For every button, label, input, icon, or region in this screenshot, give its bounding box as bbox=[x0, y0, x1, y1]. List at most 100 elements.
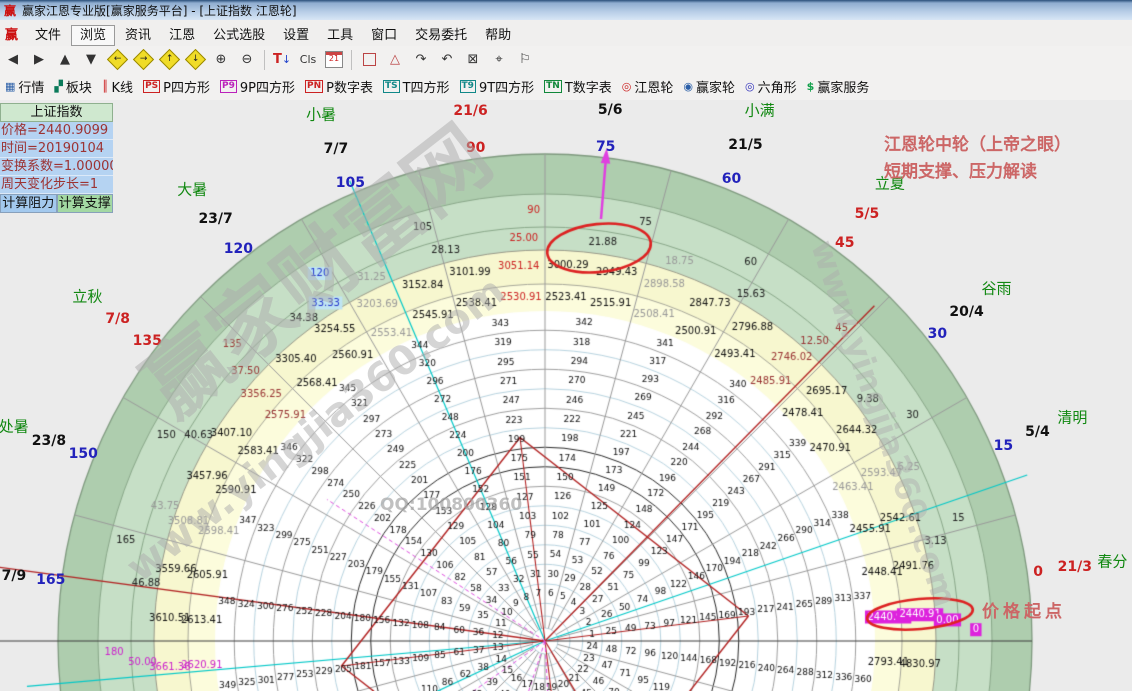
main-toolbar: ◀ ▶ ▲ ▼ ← → ↑ ↓ ⊕ ⊖ T ↓ Cls 21 △ ↷ ↶ ⊠ ⌖ ⚐ bbox=[0, 46, 1132, 74]
date-label-7/7: 7/7 bbox=[323, 140, 349, 157]
nav-right-icon[interactable]: ▶ bbox=[27, 49, 51, 71]
板块-icon: ▞ bbox=[54, 80, 63, 93]
nav-left-icon[interactable]: ◀ bbox=[1, 49, 25, 71]
gann-wheel-canvas[interactable] bbox=[0, 100, 1132, 691]
module-button-板块[interactable]: ▞ 板块 bbox=[54, 77, 91, 96]
T四方形-icon: TS bbox=[382, 80, 400, 93]
module-label: P四方形 bbox=[163, 81, 210, 96]
center-icon[interactable]: ⌖ bbox=[487, 49, 511, 71]
行情-icon: ▦ bbox=[5, 80, 16, 93]
app-window: 赢 赢家江恩专业版[赢家服务平台] - [上证指数 江恩轮] 赢 文件 浏览 资讯江… bbox=[0, 0, 1132, 691]
title-bar: 赢 赢家江恩专业版[赢家服务平台] - [上证指数 江恩轮] bbox=[0, 0, 1132, 20]
diamond-left-icon[interactable]: ← bbox=[105, 48, 129, 71]
menu-item-资讯[interactable]: 资讯 bbox=[117, 26, 159, 45]
module-button-赢家服务[interactable]: $ 赢家服务 bbox=[807, 77, 870, 96]
calc-resistance-button[interactable]: 计算阻力 bbox=[0, 194, 57, 213]
app-logo-icon: 赢 bbox=[4, 3, 17, 18]
menu-item-工具[interactable]: 工具 bbox=[319, 26, 361, 45]
nav-up-icon[interactable]: ▲ bbox=[53, 49, 77, 71]
module-label: 赢家服务 bbox=[817, 81, 870, 96]
triangle-tool-icon[interactable]: △ bbox=[383, 49, 407, 71]
date-label-5/6: 5/6 bbox=[597, 101, 623, 118]
module-button-六角形[interactable]: ◎ 六角形 bbox=[745, 77, 797, 96]
annotation-line-1: 江恩轮中轮（上帝之眼） bbox=[884, 135, 1071, 155]
module-button-9P四方形[interactable]: P9 9P四方形 bbox=[219, 77, 295, 96]
menu-item-帮助[interactable]: 帮助 bbox=[477, 26, 519, 45]
date-label-21/5: 21/5 bbox=[728, 136, 763, 153]
angle-label-90: 90 bbox=[465, 139, 486, 156]
module-toolbar: ▦ 行情 ▞ 板块 ║ K线 PS P四方形 P9 9P四方形 PN P数字表 TS T四方形 T9 9T四方… bbox=[0, 73, 1132, 101]
menu-item-设置[interactable]: 设置 bbox=[275, 26, 317, 45]
module-label: T数字表 bbox=[564, 81, 612, 96]
module-button-K线[interactable]: ║ K线 bbox=[102, 77, 133, 96]
menu-item-浏览[interactable]: 浏览 bbox=[71, 24, 116, 46]
rotate-ccw-icon[interactable]: ↶ bbox=[435, 49, 459, 71]
module-label: 行情 bbox=[18, 81, 45, 96]
module-button-江恩轮[interactable]: ◎ 江恩轮 bbox=[622, 77, 674, 96]
date-label-23/7: 23/7 bbox=[198, 211, 233, 228]
P四方形-icon: PS bbox=[143, 80, 161, 93]
t-down-icon[interactable]: T ↓ bbox=[270, 49, 294, 71]
solar-term-大暑: 大暑 bbox=[177, 180, 208, 199]
angle-label-135: 135 bbox=[132, 333, 162, 350]
solar-term-处暑: 处暑 bbox=[0, 417, 29, 436]
solar-term-清明: 清明 bbox=[1057, 408, 1088, 427]
赢家服务-icon: $ bbox=[806, 80, 815, 93]
module-button-T数字表[interactable]: TN T数字表 bbox=[544, 77, 612, 96]
nav-down-icon[interactable]: ▼ bbox=[79, 49, 103, 71]
module-button-行情[interactable]: ▦ 行情 bbox=[5, 77, 44, 96]
menu-item-公式选股[interactable]: 公式选股 bbox=[205, 26, 273, 45]
T数字表-icon: TN bbox=[544, 80, 562, 93]
module-button-T四方形[interactable]: TS T四方形 bbox=[382, 77, 450, 96]
coefficient-row: 变换系数=1.00000 bbox=[0, 158, 113, 176]
diamond-up-icon[interactable]: ↑ bbox=[157, 48, 181, 71]
9T四方形-icon: T9 bbox=[459, 80, 476, 93]
menu-item-文件[interactable]: 文件 bbox=[27, 26, 69, 45]
solar-term-小暑: 小暑 bbox=[306, 105, 337, 124]
module-button-P数字表[interactable]: PN P数字表 bbox=[304, 77, 373, 96]
menu-bar: 赢 文件 浏览 资讯 江恩 公式选股 设置 工具 窗口 交易委托 帮助 bbox=[0, 20, 1132, 47]
module-label: T四方形 bbox=[402, 81, 450, 96]
date-label-7/8: 7/8 bbox=[105, 311, 131, 328]
date-label-20/4: 20/4 bbox=[949, 303, 984, 320]
toolbar-separator bbox=[264, 49, 265, 70]
menu-item-窗口[interactable]: 窗口 bbox=[363, 26, 405, 45]
solar-term-春分: 春分 bbox=[1097, 552, 1128, 571]
calc-support-button[interactable]: 计算支撑 bbox=[56, 194, 113, 213]
flag-icon[interactable]: ⚐ bbox=[513, 49, 537, 71]
module-label: P数字表 bbox=[326, 81, 373, 96]
module-label: 江恩轮 bbox=[634, 81, 674, 96]
toolbar-separator bbox=[351, 49, 352, 70]
zoom-out-icon[interactable]: ⊖ bbox=[235, 49, 259, 71]
solar-term-谷雨: 谷雨 bbox=[981, 279, 1012, 298]
rotate-cw-icon[interactable]: ↷ bbox=[409, 49, 433, 71]
module-button-P四方形[interactable]: PS P四方形 bbox=[143, 77, 210, 96]
menu-item-交易委托[interactable]: 交易委托 bbox=[407, 26, 475, 45]
date-label-5/4: 5/4 bbox=[1025, 423, 1050, 440]
square-tool-icon[interactable] bbox=[357, 49, 381, 71]
calendar-icon[interactable]: 21 bbox=[322, 49, 346, 71]
angle-label-15: 15 bbox=[993, 438, 1014, 455]
angle-label-105: 105 bbox=[335, 174, 366, 191]
cls-button[interactable]: Cls bbox=[296, 49, 320, 71]
module-label: 赢家轮 bbox=[696, 81, 736, 96]
annotation-line-2: 短期支撑、压力解读 bbox=[884, 162, 1037, 182]
module-button-赢家轮[interactable]: ◉ 赢家轮 bbox=[683, 77, 735, 96]
date-label-21/3: 21/3 bbox=[1057, 558, 1092, 575]
zoom-in-icon[interactable]: ⊕ bbox=[209, 49, 233, 71]
六角形-icon: ◎ bbox=[745, 80, 755, 93]
solar-term-立秋: 立秋 bbox=[72, 287, 103, 306]
price-row: 价格=2440.9099 bbox=[0, 122, 113, 140]
delete-box-icon[interactable]: ⊠ bbox=[461, 49, 485, 71]
menu-item-江恩[interactable]: 江恩 bbox=[161, 26, 203, 45]
date-label-5/5: 5/5 bbox=[854, 205, 880, 222]
window-title: 赢家江恩专业版[赢家服务平台] - [上证指数 江恩轮] bbox=[22, 3, 297, 18]
module-label: 9P四方形 bbox=[239, 81, 295, 96]
9P四方形-icon: P9 bbox=[219, 80, 237, 93]
module-button-9T四方形[interactable]: T9 9T四方形 bbox=[459, 77, 534, 96]
angle-label-0: 0 bbox=[1033, 563, 1044, 580]
diamond-right-icon[interactable]: → bbox=[131, 48, 155, 71]
diamond-down-icon[interactable]: ↓ bbox=[183, 48, 207, 71]
index-info-panel: 上证指数 价格=2440.9099 时间=20190104 变换系数=1.000… bbox=[0, 103, 113, 213]
step-row: 周天变化步长=1 bbox=[0, 176, 113, 194]
